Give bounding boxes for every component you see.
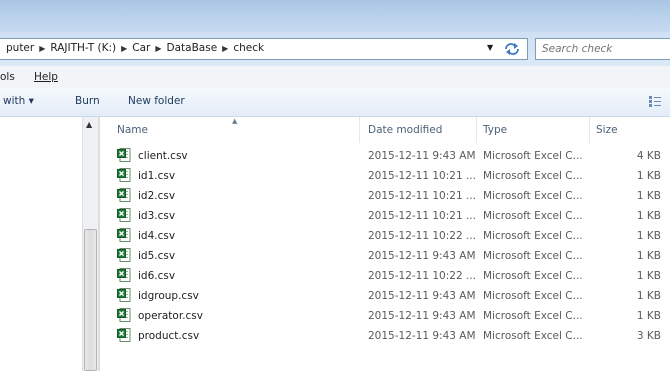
file-name: id3.csv	[138, 210, 176, 222]
excel-csv-icon	[117, 208, 131, 222]
excel-csv-icon	[117, 288, 131, 302]
excel-csv-icon	[117, 328, 131, 342]
file-type: Microsoft Excel C...	[483, 230, 583, 242]
view-options-icon[interactable]	[649, 96, 661, 107]
excel-csv-icon	[117, 268, 131, 282]
file-row[interactable]: product.csv 2015-12-11 9:43 AM Microsoft E…	[100, 327, 670, 347]
file-date-modified: 2015-12-11 10:22 ...	[368, 230, 476, 242]
file-type: Microsoft Excel C...	[483, 330, 583, 342]
file-list: Name ▲ Date modified Type Size client.cs…	[100, 117, 670, 371]
file-name: operator.csv	[138, 310, 203, 322]
scroll-thumb[interactable]	[84, 229, 97, 371]
breadcrumb-separator-icon[interactable]: ▶	[222, 44, 228, 53]
file-type: Microsoft Excel C...	[483, 190, 583, 202]
excel-csv-icon	[117, 188, 131, 202]
file-size: 1 KB	[636, 230, 661, 242]
file-date-modified: 2015-12-11 10:22 ...	[368, 270, 476, 282]
file-date-modified: 2015-12-11 9:43 AM	[368, 150, 476, 162]
address-row: puter ▶ RAJITH-T (K:) ▶ Car ▶ DataBase ▶ check ▼	[0, 32, 670, 66]
file-row[interactable]: id5.csv 2015-12-11 9:43 AM Microsoft Excel…	[100, 247, 670, 267]
breadcrumb-separator-icon[interactable]: ▶	[39, 44, 45, 53]
file-name: id2.csv	[138, 190, 176, 202]
toolbar: with ▾ Burn New folder	[0, 88, 670, 117]
file-row[interactable]: id1.csv 2015-12-11 10:21 ... Microsoft Exc…	[100, 167, 670, 187]
file-row[interactable]: id6.csv 2015-12-11 10:22 ... Microsoft Exc…	[100, 267, 670, 287]
file-row[interactable]: id4.csv 2015-12-11 10:22 ... Microsoft Exc…	[100, 227, 670, 247]
file-date-modified: 2015-12-11 10:21 ...	[368, 170, 476, 182]
search-box	[535, 38, 670, 60]
file-name: product.csv	[138, 330, 200, 342]
file-row[interactable]: operator.csv 2015-12-11 9:43 AM Microsoft …	[100, 307, 670, 327]
file-date-modified: 2015-12-11 9:43 AM	[368, 330, 476, 342]
column-divider[interactable]	[359, 117, 360, 143]
breadcrumb-check[interactable]: check	[233, 42, 264, 54]
file-name: id4.csv	[138, 230, 176, 242]
title-bar	[0, 0, 670, 32]
file-date-modified: 2015-12-11 9:43 AM	[368, 250, 476, 262]
column-type[interactable]: Type	[483, 124, 507, 136]
column-size[interactable]: Size	[596, 124, 618, 136]
nav-scrollbar[interactable]: ▲	[82, 117, 99, 371]
file-row[interactable]: id3.csv 2015-12-11 10:21 ... Microsoft Exc…	[100, 207, 670, 227]
search-input[interactable]	[542, 40, 662, 58]
breadcrumb-drive[interactable]: RAJITH-T (K:)	[50, 42, 116, 54]
file-size: 1 KB	[636, 250, 661, 262]
file-name: client.csv	[138, 150, 188, 162]
column-name[interactable]: Name	[117, 124, 148, 136]
burn-button[interactable]: Burn	[75, 95, 100, 107]
address-bar[interactable]: puter ▶ RAJITH-T (K:) ▶ Car ▶ DataBase ▶ check ▼	[0, 38, 528, 60]
file-date-modified: 2015-12-11 9:43 AM	[368, 310, 476, 322]
menu-help[interactable]: Help	[34, 71, 58, 83]
file-date-modified: 2015-12-11 10:21 ...	[368, 210, 476, 222]
file-type: Microsoft Excel C...	[483, 310, 583, 322]
file-row[interactable]: idgroup.csv 2015-12-11 9:43 AM Microsoft E…	[100, 287, 670, 307]
column-date-modified[interactable]: Date modified	[368, 124, 442, 136]
file-size: 1 KB	[636, 270, 661, 282]
file-name: id5.csv	[138, 250, 176, 262]
file-size: 1 KB	[636, 210, 661, 222]
scroll-up-icon[interactable]: ▲	[86, 120, 92, 129]
excel-csv-icon	[117, 248, 131, 262]
excel-csv-icon	[117, 228, 131, 242]
file-type: Microsoft Excel C...	[483, 170, 583, 182]
file-type: Microsoft Excel C...	[483, 210, 583, 222]
file-size: 1 KB	[636, 290, 661, 302]
file-date-modified: 2015-12-11 9:43 AM	[368, 290, 476, 302]
column-divider[interactable]	[476, 117, 477, 143]
excel-csv-icon	[117, 148, 131, 162]
breadcrumb-separator-icon[interactable]: ▶	[121, 44, 127, 53]
breadcrumb-separator-icon[interactable]: ▶	[155, 44, 161, 53]
file-size: 1 KB	[636, 170, 661, 182]
file-name: id1.csv	[138, 170, 176, 182]
file-type: Microsoft Excel C...	[483, 250, 583, 262]
sort-ascending-icon: ▲	[232, 117, 238, 125]
file-type: Microsoft Excel C...	[483, 290, 583, 302]
excel-csv-icon	[117, 168, 131, 182]
breadcrumb-car[interactable]: Car	[132, 42, 150, 54]
file-type: Microsoft Excel C...	[483, 150, 583, 162]
file-date-modified: 2015-12-11 10:21 ...	[368, 190, 476, 202]
file-size: 4 KB	[636, 150, 661, 162]
new-folder-button[interactable]: New folder	[128, 95, 185, 107]
breadcrumb-database[interactable]: DataBase	[167, 42, 218, 54]
file-row[interactable]: id2.csv 2015-12-11 10:21 ... Microsoft Exc…	[100, 187, 670, 207]
file-size: 3 KB	[636, 330, 661, 342]
share-with-button[interactable]: with ▾	[3, 95, 34, 107]
menu-bar: ols Help	[0, 66, 670, 89]
breadcrumb: puter ▶ RAJITH-T (K:) ▶ Car ▶ DataBase ▶ check	[6, 42, 264, 54]
file-name: id6.csv	[138, 270, 176, 282]
file-type: Microsoft Excel C...	[483, 270, 583, 282]
refresh-icon[interactable]	[503, 41, 521, 57]
file-size: 1 KB	[636, 190, 661, 202]
breadcrumb-computer[interactable]: puter	[6, 42, 34, 54]
menu-tools[interactable]: ols	[0, 71, 15, 83]
address-dropdown-icon[interactable]: ▼	[487, 43, 497, 52]
file-row[interactable]: client.csv 2015-12-11 9:43 AM Microsoft Ex…	[100, 147, 670, 167]
file-name: idgroup.csv	[138, 290, 199, 302]
file-size: 1 KB	[636, 310, 661, 322]
column-divider[interactable]	[589, 117, 590, 143]
excel-csv-icon	[117, 308, 131, 322]
